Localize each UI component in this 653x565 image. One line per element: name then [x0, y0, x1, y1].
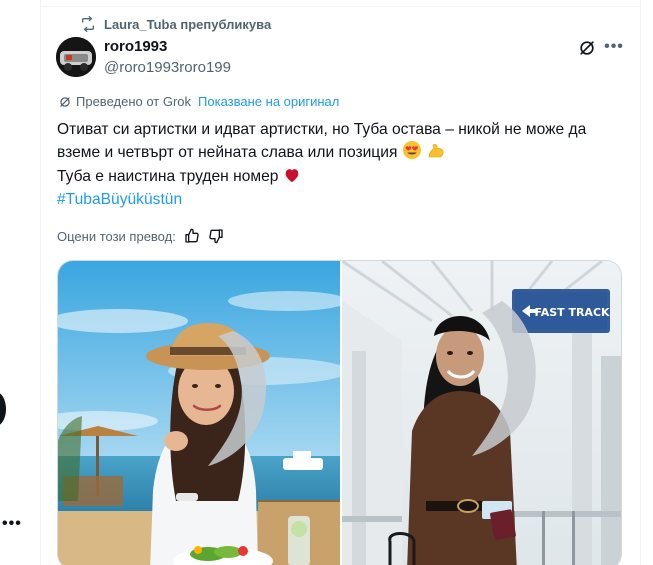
grok-icon[interactable]	[577, 38, 597, 58]
timeline-left-border	[40, 0, 41, 565]
repost-action-label: препубликува	[180, 16, 272, 32]
tweet-line-2: вземе и четвърт от нейната слава или поз…	[57, 144, 398, 161]
hashtag-link[interactable]: #TubaBüyüküstün	[57, 190, 627, 210]
media-image-beach[interactable]	[58, 261, 340, 565]
rail-more-icon[interactable]: •••	[2, 515, 22, 533]
repost-icon	[82, 16, 94, 32]
avatar[interactable]	[56, 37, 96, 77]
timeline-right-border	[640, 0, 641, 565]
tweet-line-3: Туба е наистина труден номер	[57, 168, 279, 185]
rate-translation-row: Оцени този превод:	[57, 228, 224, 244]
author-handle[interactable]: @roro1993roro199	[104, 59, 231, 76]
thumbs-down-icon[interactable]	[208, 228, 224, 244]
rail-profile-avatar[interactable]	[0, 392, 6, 426]
more-options-icon[interactable]: •••	[603, 36, 625, 58]
repost-user-link[interactable]: Laura_Tuba	[104, 17, 177, 32]
red-heart-emoji-icon	[283, 166, 301, 190]
media-image-airport[interactable]: FAST TRACK	[342, 261, 621, 565]
repost-indicator: Laura_Tuba препубликува	[80, 15, 271, 33]
heart-eyes-emoji-icon	[402, 140, 422, 166]
tweet-top-divider	[41, 6, 640, 7]
tweet-line-2-wrapper: вземе и четвърт от нейната слава или поз…	[57, 140, 627, 166]
flexed-biceps-emoji-icon	[426, 140, 446, 166]
show-original-link[interactable]: Показване на оригинал	[198, 94, 339, 109]
tweet-line-3-wrapper: Туба е наистина труден номер	[57, 166, 627, 190]
rate-translation-label: Оцени този превод:	[57, 228, 176, 244]
author-display-name[interactable]: roro1993	[104, 38, 167, 55]
tweet-text: Отиват си артистки и идват артистки, но …	[57, 120, 627, 210]
left-rail: •••	[0, 0, 40, 565]
tweet-media-grid[interactable]: FAST TRACK	[57, 260, 622, 565]
fast-track-sign-text: FAST TRACK	[534, 306, 610, 319]
translated-by-label: Преведено от Grok	[76, 94, 192, 109]
translation-notice: Преведено от Grok Показване на оригинал	[58, 94, 339, 109]
thumbs-up-icon[interactable]	[184, 228, 200, 244]
tweet-line-1: Отиват си артистки и идват артистки, но …	[57, 121, 587, 138]
grok-small-icon	[60, 96, 70, 107]
